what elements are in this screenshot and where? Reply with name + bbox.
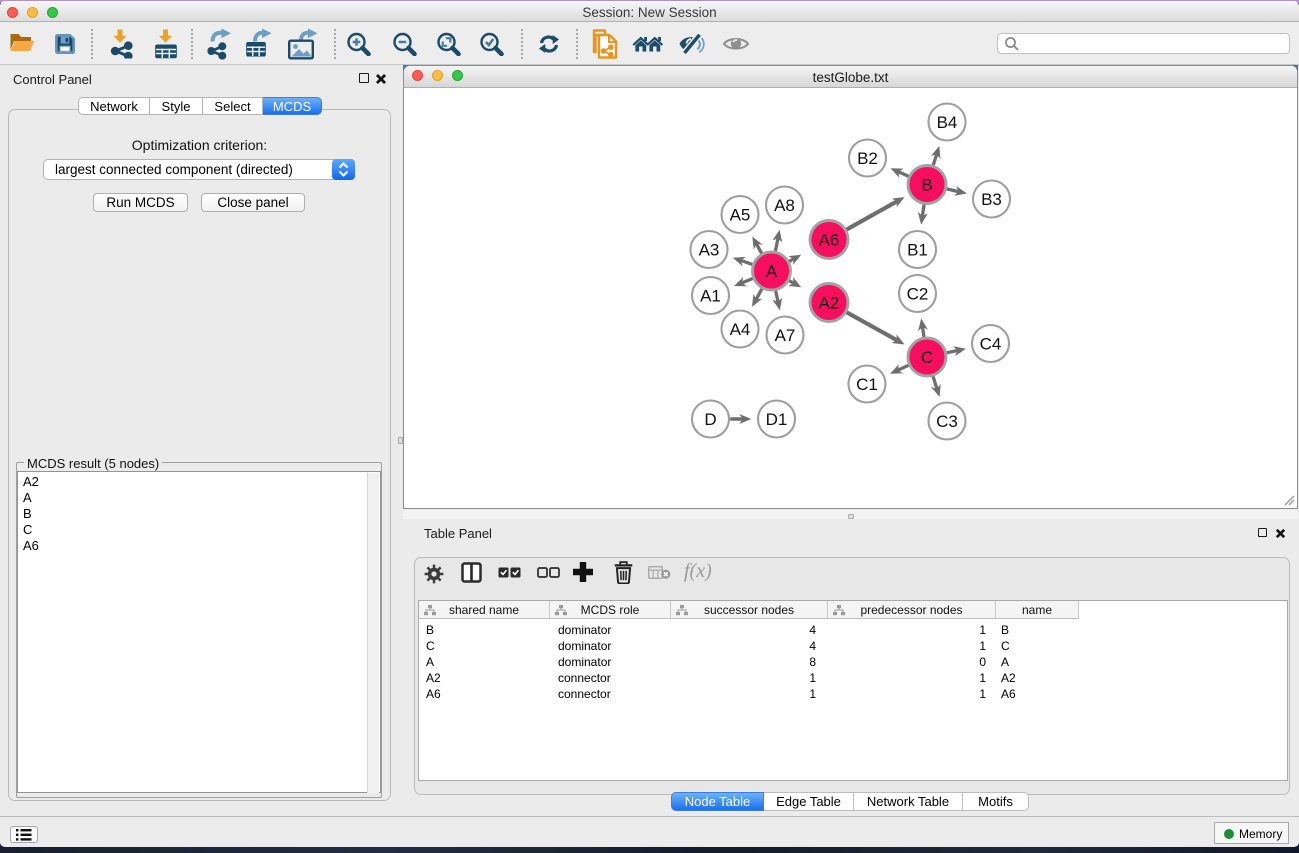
svg-text:A7: A7 [775, 326, 796, 345]
svg-text:B3: B3 [981, 190, 1002, 209]
svg-text:C4: C4 [980, 335, 1002, 354]
svg-text:A5: A5 [730, 206, 751, 225]
svg-text:A6: A6 [819, 231, 840, 250]
svg-text:A4: A4 [730, 320, 751, 339]
svg-text:A: A [766, 262, 778, 281]
svg-text:B4: B4 [937, 113, 958, 132]
svg-text:B1: B1 [907, 241, 928, 260]
svg-text:B: B [921, 176, 932, 195]
svg-text:A2: A2 [819, 294, 840, 313]
svg-text:C: C [921, 348, 933, 367]
svg-text:C1: C1 [856, 375, 878, 394]
svg-text:B2: B2 [857, 149, 878, 168]
svg-text:A1: A1 [700, 287, 721, 306]
svg-text:C2: C2 [907, 285, 929, 304]
svg-text:A8: A8 [774, 196, 795, 215]
svg-text:A3: A3 [699, 241, 720, 260]
svg-text:D: D [704, 410, 716, 429]
svg-text:D1: D1 [766, 410, 788, 429]
svg-text:C3: C3 [936, 412, 958, 431]
